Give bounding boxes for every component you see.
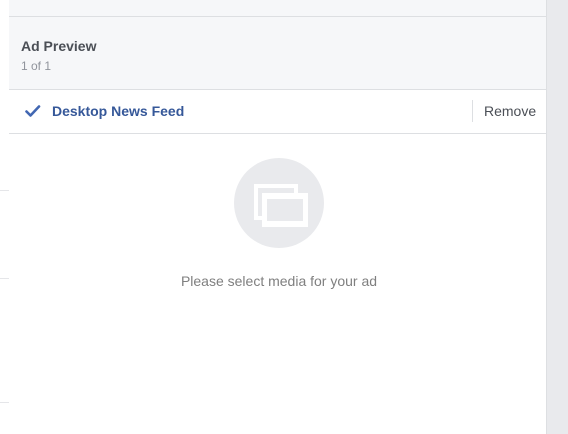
panel-top-band bbox=[9, 0, 546, 17]
row-divider bbox=[0, 402, 9, 403]
row-divider bbox=[0, 278, 9, 279]
placement-row[interactable]: Desktop News Feed Remove bbox=[9, 90, 546, 134]
vertical-divider bbox=[472, 100, 473, 122]
ad-preview-title: Ad Preview bbox=[21, 38, 97, 54]
ad-preview-panel: Ad Preview 1 of 1 Desktop News Feed Remo… bbox=[9, 0, 546, 434]
empty-media-message: Please select media for your ad bbox=[180, 273, 378, 289]
placement-label[interactable]: Desktop News Feed bbox=[52, 103, 184, 119]
media-placeholder-icon bbox=[234, 158, 324, 248]
right-gutter bbox=[546, 0, 568, 434]
checkmark-icon bbox=[25, 104, 41, 118]
row-divider bbox=[0, 190, 9, 191]
remove-placement-button[interactable]: Remove bbox=[484, 103, 536, 119]
ad-preview-header: Ad Preview 1 of 1 bbox=[9, 17, 546, 90]
preview-page-count: 1 of 1 bbox=[21, 59, 52, 73]
